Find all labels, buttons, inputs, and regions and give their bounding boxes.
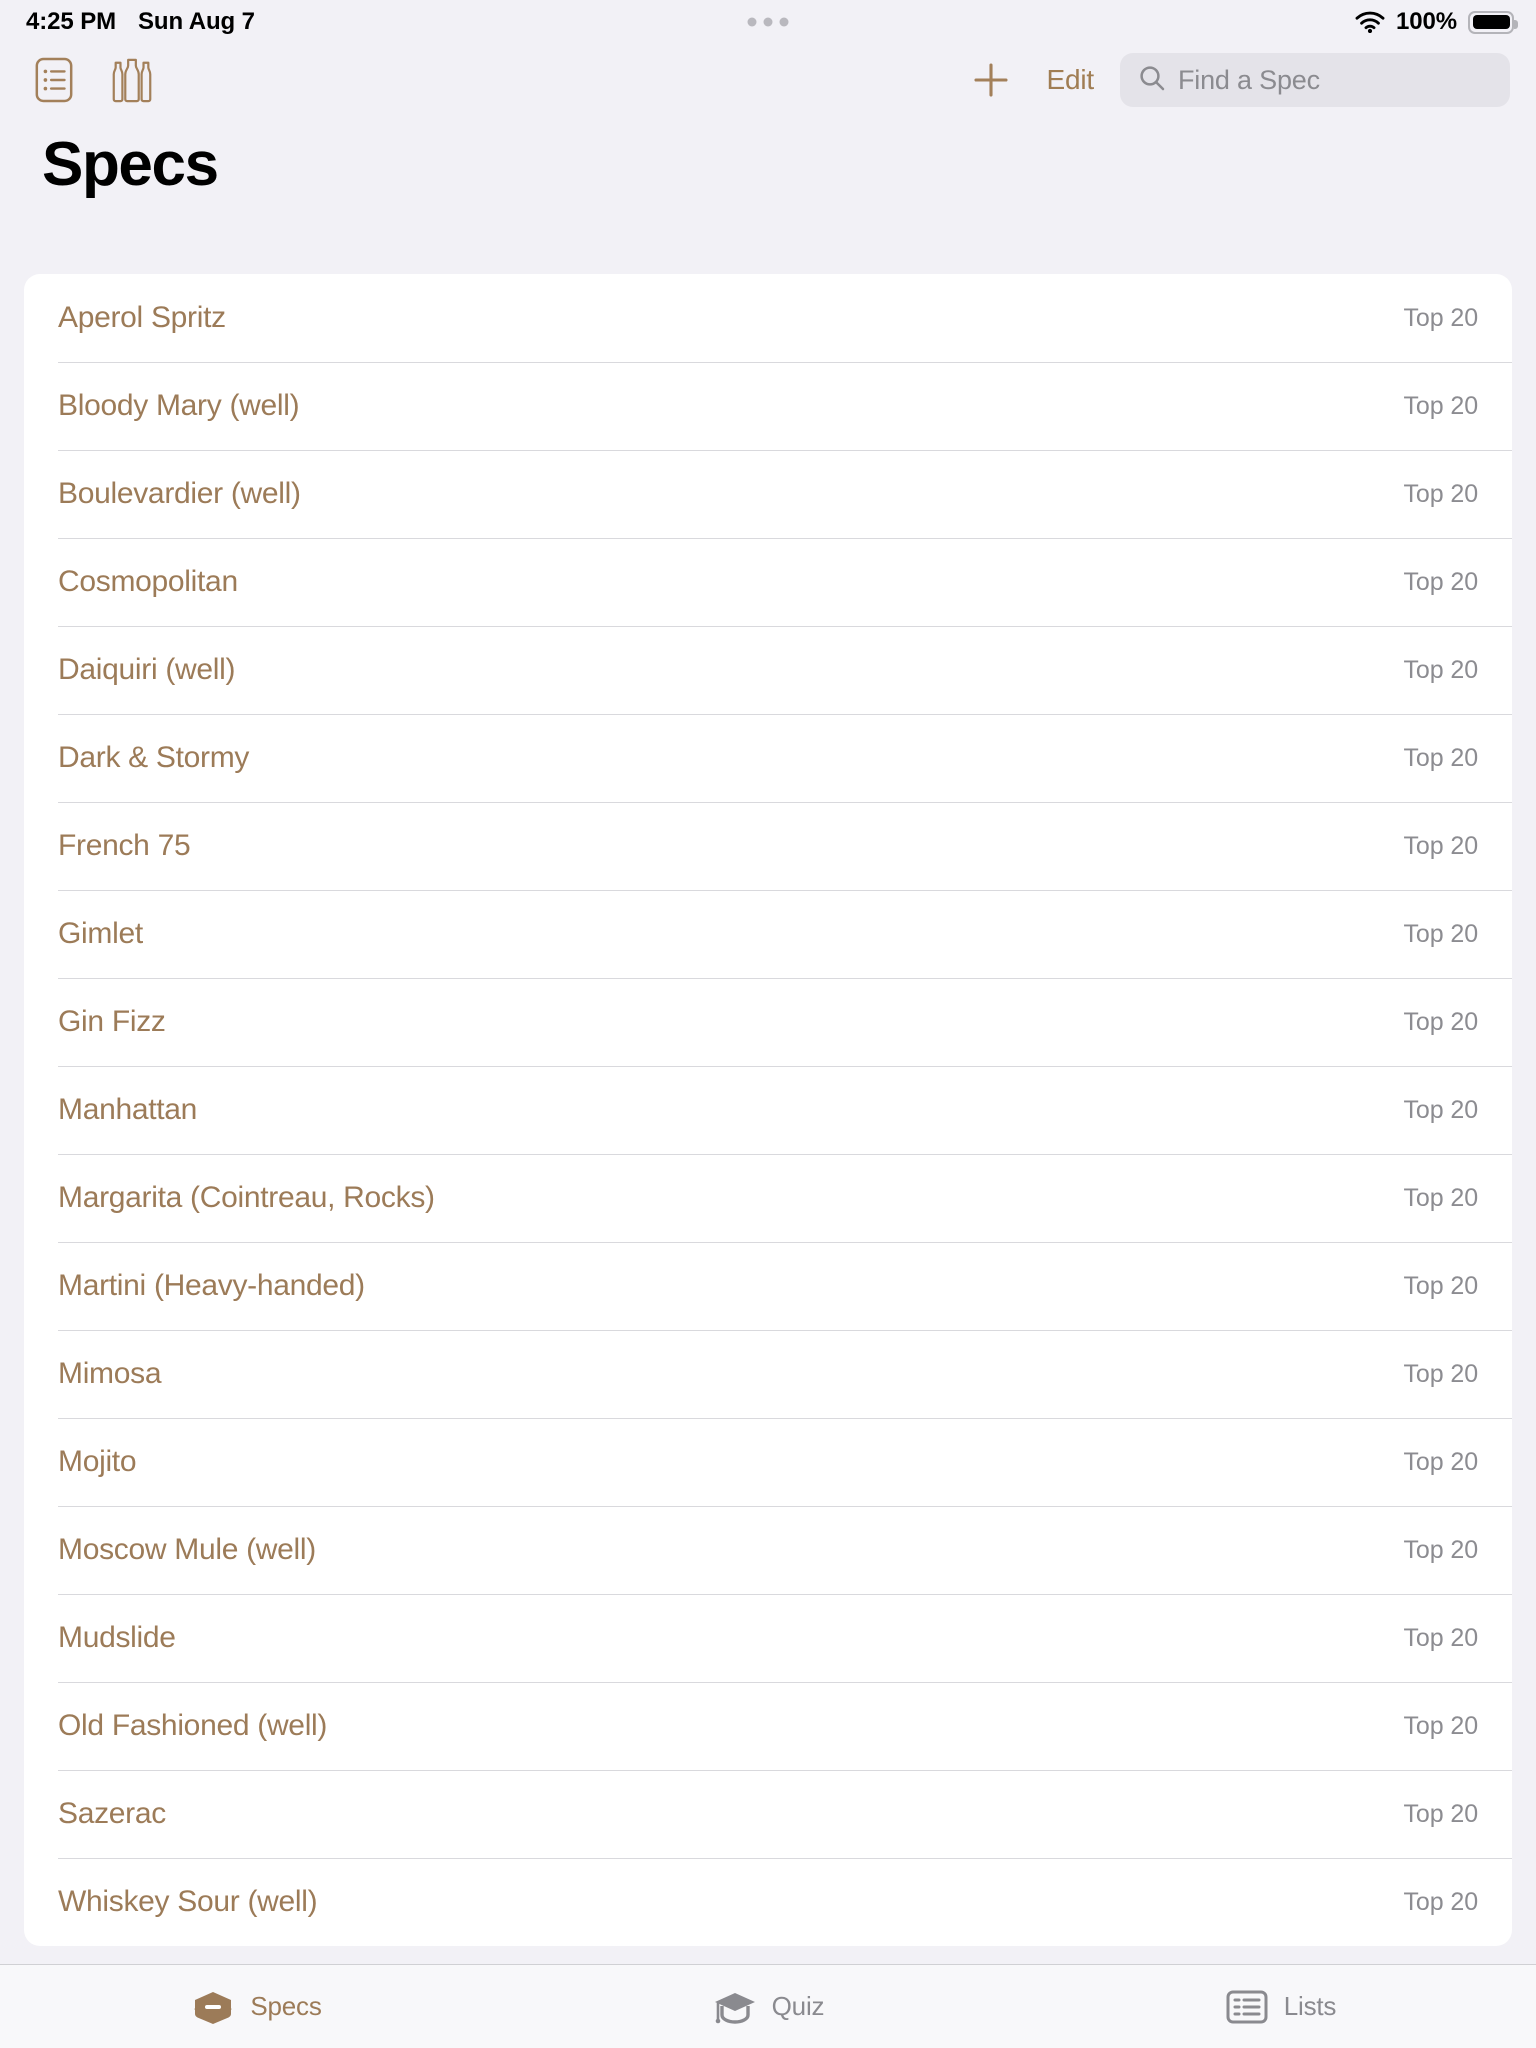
spec-list-row[interactable]: Aperol Spritz Top 20 — [24, 274, 1512, 362]
spec-badge: Top 20 — [1403, 1711, 1479, 1740]
tab-label: Quiz — [771, 1991, 825, 2021]
spec-list-row[interactable]: Mudslide Top 20 — [24, 1594, 1512, 1682]
spec-badge: Top 20 — [1403, 567, 1479, 596]
spec-list-card: Aperol Spritz Top 20 Bloody Mary (well) Top… — [24, 274, 1512, 1946]
spec-list-row[interactable]: Gimlet Top 20 — [24, 890, 1512, 978]
page-title: Specs — [42, 130, 219, 199]
spec-list-row[interactable]: Bloody Mary (well) Top 20 — [24, 362, 1512, 450]
spec-badge: Top 20 — [1403, 1007, 1479, 1036]
spec-list-row[interactable]: Daiquiri (well) Top 20 — [24, 626, 1512, 714]
app-screen: 4:25 PM Sun Aug 7 100% Edit Find a Spec … — [0, 0, 1536, 2048]
spec-badge: Top 20 — [1403, 1183, 1479, 1212]
battery-full-icon — [1468, 10, 1518, 34]
spec-name: French 75 — [58, 829, 191, 862]
spec-name: Daiquiri (well) — [58, 653, 236, 686]
spec-badge: Top 20 — [1403, 1447, 1479, 1476]
tab-label: Specs — [250, 1991, 322, 2021]
spec-badge: Top 20 — [1403, 1887, 1479, 1916]
tab-bar: Specs Quiz Lists — [0, 1964, 1536, 2048]
spec-badge: Top 20 — [1403, 1095, 1479, 1124]
plus-icon[interactable] — [963, 54, 1019, 106]
spec-badge: Top 20 — [1403, 391, 1479, 420]
spec-name: Boulevardier (well) — [58, 477, 301, 510]
spec-name: Sazerac — [58, 1797, 166, 1830]
dot — [747, 17, 757, 27]
spec-list-row[interactable]: Boulevardier (well) Top 20 — [24, 450, 1512, 538]
spec-list-row[interactable]: Manhattan Top 20 — [24, 1066, 1512, 1154]
notes-list-icon[interactable] — [28, 54, 80, 106]
spec-list-row[interactable]: Old Fashioned (well) Top 20 — [24, 1682, 1512, 1770]
status-bar: 4:25 PM Sun Aug 7 100% — [0, 0, 1536, 44]
spec-badge: Top 20 — [1403, 655, 1479, 684]
spec-name: Gin Fizz — [58, 1005, 166, 1038]
tab-lists[interactable]: Lists — [1024, 1965, 1536, 2048]
lists-icon — [1224, 1987, 1270, 2027]
spec-name: Mimosa — [58, 1357, 162, 1390]
spec-name: Manhattan — [58, 1093, 198, 1126]
spec-badge: Top 20 — [1403, 1623, 1479, 1652]
spec-name: Mojito — [58, 1445, 137, 1478]
multitasking-dots-icon[interactable] — [747, 17, 789, 27]
tab-quiz[interactable]: Quiz — [512, 1965, 1024, 2048]
spec-badge: Top 20 — [1403, 303, 1479, 332]
graduation-cap-icon — [712, 1987, 758, 2027]
spec-badge: Top 20 — [1403, 1799, 1479, 1828]
spec-list-scroll-area[interactable]: Aperol Spritz Top 20 Bloody Mary (well) Top… — [0, 196, 1536, 1964]
search-icon — [1138, 64, 1166, 97]
spec-name: Whiskey Sour (well) — [58, 1885, 318, 1918]
spec-badge: Top 20 — [1403, 1271, 1479, 1300]
spec-name: Gimlet — [58, 917, 143, 950]
spec-list-row[interactable]: Sazerac Top 20 — [24, 1770, 1512, 1858]
spec-name: Moscow Mule (well) — [58, 1533, 316, 1566]
spec-list-row[interactable]: Moscow Mule (well) Top 20 — [24, 1506, 1512, 1594]
spec-name: Margarita (Cointreau, Rocks) — [58, 1181, 435, 1214]
spec-name: Bloody Mary (well) — [58, 389, 300, 422]
spec-name: Aperol Spritz — [58, 301, 226, 334]
spec-list-row[interactable]: Margarita (Cointreau, Rocks) Top 20 — [24, 1154, 1512, 1242]
search-input[interactable]: Find a Spec — [1120, 53, 1510, 107]
spec-badge: Top 20 — [1403, 831, 1479, 860]
spec-badge: Top 20 — [1403, 743, 1479, 772]
battery-percent: 100% — [1396, 8, 1457, 35]
spec-list-row[interactable]: Martini (Heavy-handed) Top 20 — [24, 1242, 1512, 1330]
spec-name: Martini (Heavy-handed) — [58, 1269, 365, 1302]
dot — [763, 17, 773, 27]
tab-specs[interactable]: Specs — [0, 1965, 512, 2048]
spec-list-row[interactable]: Cosmopolitan Top 20 — [24, 538, 1512, 626]
spec-list-row[interactable]: Mimosa Top 20 — [24, 1330, 1512, 1418]
status-bar-right: 100% — [1355, 8, 1518, 36]
spec-name: Mudslide — [58, 1621, 176, 1654]
navigation-toolbar: Edit Find a Spec — [0, 44, 1536, 116]
status-bar-time: 4:25 PM — [26, 8, 117, 35]
spec-badge: Top 20 — [1403, 479, 1479, 508]
spec-list-row[interactable]: Whiskey Sour (well) Top 20 — [24, 1858, 1512, 1946]
spec-badge: Top 20 — [1403, 1535, 1479, 1564]
spec-name: Dark & Stormy — [58, 741, 250, 774]
specs-box-icon — [190, 1987, 236, 2027]
spec-name: Cosmopolitan — [58, 565, 238, 598]
spec-badge: Top 20 — [1403, 1359, 1479, 1388]
edit-button[interactable]: Edit — [1019, 64, 1118, 96]
spec-list-row[interactable]: Gin Fizz Top 20 — [24, 978, 1512, 1066]
spec-badge: Top 20 — [1403, 919, 1479, 948]
wifi-icon — [1355, 11, 1385, 34]
spec-name: Old Fashioned (well) — [58, 1709, 328, 1742]
spec-list-row[interactable]: French 75 Top 20 — [24, 802, 1512, 890]
spec-list-row[interactable]: Mojito Top 20 — [24, 1418, 1512, 1506]
status-bar-left: 4:25 PM Sun Aug 7 — [26, 8, 255, 36]
spec-list-row[interactable]: Dark & Stormy Top 20 — [24, 714, 1512, 802]
bottles-icon[interactable] — [106, 54, 158, 106]
dot — [779, 17, 789, 27]
status-bar-date: Sun Aug 7 — [138, 8, 255, 35]
search-placeholder: Find a Spec — [1178, 64, 1320, 95]
tab-label: Lists — [1283, 1991, 1337, 2021]
